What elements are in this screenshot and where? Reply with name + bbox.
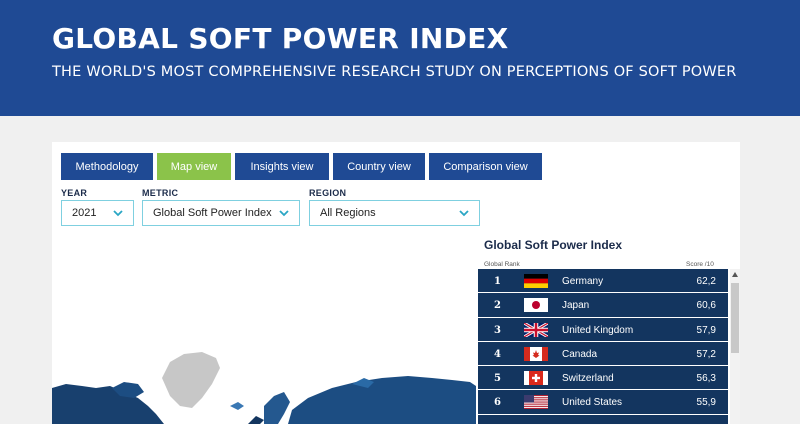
country-score: 60,6 <box>696 300 716 312</box>
country-name: Switzerland <box>562 373 614 385</box>
rank-number: 6 <box>494 397 501 409</box>
usa-flag-icon <box>524 395 548 410</box>
canada-region[interactable] <box>52 384 164 424</box>
region-select[interactable]: All Regions <box>309 200 480 226</box>
ranking-title: Global Soft Power Index <box>484 238 623 252</box>
hero-banner: GLOBAL SOFT POWER INDEX THE WORLD'S MOST… <box>0 0 800 116</box>
tab-methodology[interactable]: Methodology <box>61 153 153 180</box>
tab-map-view[interactable]: Map view <box>157 153 231 180</box>
year-select-value: 2021 <box>72 207 97 219</box>
greenland-region[interactable] <box>162 352 220 408</box>
scandinavia-region[interactable] <box>264 392 290 424</box>
score-column-header: Score /10 <box>686 261 714 268</box>
ranking-scrollbar[interactable] <box>730 269 740 424</box>
ranking-row[interactable] <box>478 414 728 424</box>
ranking-row[interactable]: 6 United States 55,9 <box>478 390 728 415</box>
country-score: 55,9 <box>696 397 716 409</box>
japan-flag-icon <box>524 298 548 313</box>
country-score: 56,3 <box>696 373 716 385</box>
germany-flag-icon <box>524 274 548 288</box>
metric-select-value: Global Soft Power Index <box>153 207 272 219</box>
rank-number: 4 <box>494 348 501 360</box>
page-title: GLOBAL SOFT POWER INDEX <box>52 22 509 55</box>
country-score: 57,2 <box>696 348 716 360</box>
country-name: United Kingdom <box>562 324 634 336</box>
tab-country-view[interactable]: Country view <box>333 153 425 180</box>
ranking-row[interactable]: 3 United Kingdom 57,9 <box>478 317 728 342</box>
uk-flag-icon <box>524 322 548 337</box>
ranking-row[interactable]: 2 Japan 60,6 <box>478 293 728 318</box>
world-map[interactable] <box>52 238 476 424</box>
region-select-value: All Regions <box>320 207 376 219</box>
chevron-down-icon <box>279 210 289 217</box>
rank-number: 1 <box>494 276 501 287</box>
country-score: 57,9 <box>696 324 716 336</box>
switzerland-flag-icon <box>524 371 548 386</box>
rank-number: 3 <box>494 324 501 336</box>
europe-region[interactable] <box>248 416 264 424</box>
country-name: Germany <box>562 276 604 287</box>
russia-region[interactable] <box>288 376 476 424</box>
metric-label: METRIC <box>142 188 179 198</box>
ranking-list: 1 Germany 62,2 2 Japan 60,6 3 United Kin… <box>478 269 728 424</box>
region-label: REGION <box>309 188 347 198</box>
index-panel: Methodology Map view Insights view Count… <box>52 142 740 424</box>
rank-column-header: Global Rank <box>484 261 520 268</box>
metric-select[interactable]: Global Soft Power Index <box>142 200 300 226</box>
chevron-down-icon <box>459 210 469 217</box>
chevron-down-icon <box>113 210 123 217</box>
scrollbar-thumb[interactable] <box>731 283 739 353</box>
country-name: Canada <box>562 348 598 360</box>
canada-flag-icon <box>524 346 548 361</box>
ranking-row[interactable]: 5 Switzerland 56,3 <box>478 366 728 391</box>
iceland-region[interactable] <box>230 402 244 410</box>
tab-comparison-view[interactable]: Comparison view <box>429 153 542 180</box>
ranking-row[interactable]: 4 Canada 57,2 <box>478 341 728 367</box>
year-label: YEAR <box>61 188 88 198</box>
ranking-row[interactable]: 1 Germany 62,2 <box>478 269 728 294</box>
country-name: United States <box>562 397 623 409</box>
rank-number: 2 <box>494 300 501 312</box>
page-subtitle: THE WORLD'S MOST COMPREHENSIVE RESEARCH … <box>52 64 737 80</box>
year-select[interactable]: 2021 <box>61 200 134 226</box>
country-score: 62,2 <box>696 276 716 287</box>
tab-insights-view[interactable]: Insights view <box>235 153 329 180</box>
rank-number: 5 <box>494 373 501 385</box>
country-name: Japan <box>562 300 590 312</box>
scroll-up-icon[interactable] <box>732 272 738 277</box>
